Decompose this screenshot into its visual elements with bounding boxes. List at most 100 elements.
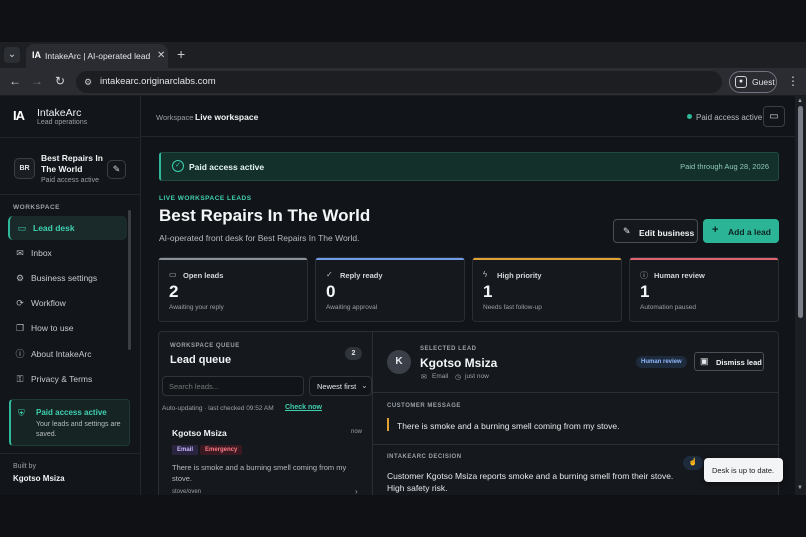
- tab-favicon: IA: [32, 50, 41, 60]
- header-status: Paid access active: [696, 113, 763, 122]
- check-now-link[interactable]: Check now: [285, 404, 322, 411]
- lead-tag-emergency: Emergency: [200, 445, 243, 455]
- decision-text: Customer Kgotso Msiza reports smoke and …: [387, 471, 674, 493]
- sidebar-item-label: Business settings: [31, 273, 98, 283]
- sort-value: Newest first: [317, 382, 357, 391]
- status-dot: [687, 114, 692, 119]
- banner-title: Paid access active: [189, 162, 265, 172]
- browser-tab[interactable]: IA IntakeArc | AI-operated lead de ✕: [26, 44, 168, 68]
- sidebar-item-inbox[interactable]: ✉ Inbox: [8, 241, 127, 265]
- brand-subtitle: Lead operations: [37, 119, 88, 126]
- profile-button[interactable]: ● Guest: [729, 71, 777, 93]
- scrollbar-thumb[interactable]: [798, 106, 803, 318]
- sidebar-item-business-settings[interactable]: ⚙ Business settings: [8, 266, 127, 290]
- banner-paid-through: Paid through Aug 28, 2026: [680, 162, 769, 171]
- detail-divider: [373, 392, 779, 393]
- brand-logo: IA: [13, 108, 25, 123]
- back-arrow-icon[interactable]: ←: [8, 74, 22, 88]
- queue-title: Lead queue: [170, 354, 232, 366]
- chevron-right-icon: ›: [355, 487, 358, 495]
- breadcrumb-current: Live workspace: [195, 112, 259, 122]
- stat-accent-bar: [630, 258, 778, 260]
- stat-accent-bar: [473, 258, 621, 260]
- tab-search-button[interactable]: ⌄: [4, 47, 20, 63]
- check-circle-icon: ✓: [172, 160, 184, 172]
- search-leads-input[interactable]: [162, 376, 304, 396]
- profile-icon: ●: [735, 76, 747, 88]
- toast-message: Desk is up to date.: [704, 458, 783, 482]
- chevron-down-icon: ⌄: [361, 381, 368, 390]
- edit-business-icon[interactable]: ✎: [107, 160, 126, 179]
- scroll-down-icon[interactable]: ▼: [797, 485, 803, 491]
- user-icon: ⓘ: [640, 271, 648, 280]
- workflow-icon: ⟳: [16, 298, 24, 308]
- inbox-icon: ▭: [169, 270, 177, 279]
- sidebar-scrollbar[interactable]: [128, 210, 131, 350]
- add-lead-button[interactable]: + Add a lead: [703, 219, 779, 243]
- sidebar-item-how-to-use[interactable]: ❐ How to use: [8, 316, 127, 340]
- business-status: Paid access active: [41, 177, 99, 184]
- info-icon: ⓘ: [15, 349, 25, 359]
- reload-icon[interactable]: ↻: [53, 74, 67, 88]
- forward-arrow-icon[interactable]: →: [30, 74, 44, 88]
- mail-icon: ✉: [421, 374, 427, 381]
- main-content: Workspace Live workspace Paid access act…: [141, 96, 795, 495]
- toolbar: ← → ↻ ⚙ intakearc.originarclabs.com ● Gu…: [0, 68, 806, 96]
- page-scrollbar[interactable]: ▲ ▼: [795, 96, 806, 495]
- pencil-icon: ✎: [623, 226, 631, 236]
- lock-icon: ⚿: [16, 374, 24, 384]
- address-bar[interactable]: ⚙ intakearc.originarclabs.com: [76, 71, 722, 93]
- built-by-label: Built by: [13, 463, 36, 470]
- stat-accent-bar: [159, 258, 307, 260]
- lead-time: now: [351, 429, 363, 435]
- scroll-up-icon[interactable]: ▲: [797, 98, 803, 104]
- url-text[interactable]: intakearc.originarclabs.com: [100, 76, 216, 87]
- sidebar-item-label: How to use: [31, 323, 74, 333]
- paid-card-title: Paid access active: [36, 408, 107, 417]
- lead-preview: There is smoke and a burning smell comin…: [172, 463, 347, 483]
- dismiss-lead-label: Dismiss lead: [716, 358, 762, 367]
- window-titlebar: [0, 0, 806, 42]
- header-divider: [141, 136, 795, 137]
- stat-label: Open leads: [183, 271, 224, 280]
- sidebar-item-label: Inbox: [31, 248, 52, 258]
- sidebar-divider: [0, 137, 141, 138]
- thumbs-up-icon: ☝: [683, 456, 703, 470]
- site-info-icon[interactable]: ⚙: [82, 76, 94, 88]
- sidebar-item-workflow[interactable]: ⟳ Workflow: [8, 291, 127, 315]
- stat-value: 1: [483, 282, 493, 301]
- add-lead-label: Add a lead: [728, 227, 771, 237]
- dismiss-lead-button[interactable]: ▣ Dismiss lead: [694, 352, 764, 371]
- queue-count-badge: 2: [345, 347, 362, 360]
- stat-accent-bar: [316, 258, 464, 260]
- stat-label: High priority: [497, 271, 542, 280]
- stat-card-open-leads: ▭ Open leads 2 Awaiting your reply: [158, 257, 308, 322]
- detail-eyebrow: SELECTED LEAD: [420, 346, 477, 352]
- breadcrumb-workspace[interactable]: Workspace: [156, 113, 193, 122]
- sidebar-item-about[interactable]: ⓘ About IntakeArc: [8, 342, 127, 366]
- check-circle-icon: ✓: [326, 270, 333, 279]
- lead-queue-panel: WORKSPACE QUEUE Lead queue 2 Newest firs…: [158, 331, 373, 495]
- monitor-icon[interactable]: ▭: [763, 106, 785, 127]
- built-by-name: Kgotso Msiza: [13, 474, 65, 483]
- new-tab-button[interactable]: +: [177, 46, 185, 62]
- tab-strip: ⌄ IA IntakeArc | AI-operated lead de ✕ +: [0, 42, 806, 68]
- stat-label: Human review: [654, 271, 705, 280]
- edit-business-button[interactable]: ✎ Edit business: [613, 219, 698, 243]
- business-name: Best Repairs In The World: [41, 153, 103, 174]
- sidebar-item-privacy[interactable]: ⚿ Privacy & Terms: [8, 367, 127, 391]
- auto-update-status: Auto-updating · last checked 09:52 AM: [162, 405, 274, 412]
- detail-lead-name: Kgotso Msiza: [420, 356, 498, 370]
- detail-divider: [373, 444, 779, 445]
- sidebar-item-lead-desk[interactable]: ▭ Lead desk: [8, 216, 127, 240]
- book-icon: ❐: [15, 323, 25, 333]
- browser-menu-icon[interactable]: ⋮: [787, 74, 799, 88]
- quote-bar: [387, 418, 389, 431]
- close-tab-icon[interactable]: ✕: [157, 50, 165, 61]
- clock-icon: ◷: [455, 374, 462, 381]
- stat-note: Needs fast follow-up: [483, 304, 542, 311]
- mail-icon: ✉: [16, 248, 24, 258]
- sort-select[interactable]: Newest first ⌄: [309, 376, 372, 396]
- page-eyebrow: LIVE WORKSPACE LEADS: [159, 195, 252, 202]
- business-avatar: BR: [14, 158, 35, 179]
